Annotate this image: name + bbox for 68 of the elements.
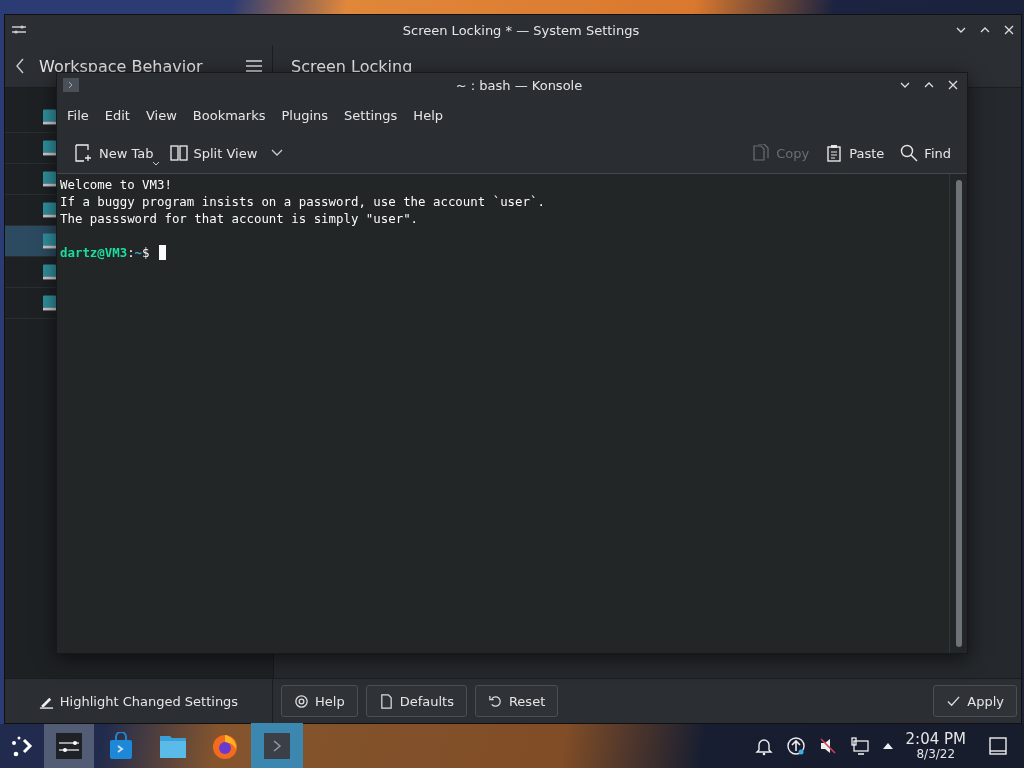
- terminal-line: If a buggy program insists on a password, use the account `user`.: [60, 193, 546, 210]
- clock-date[interactable]: 8/3/22: [916, 747, 956, 761]
- module-icon: [43, 109, 56, 125]
- module-icon: [43, 264, 56, 280]
- caret-icon[interactable]: [271, 149, 284, 157]
- menu-item[interactable]: Bookmarks: [184, 107, 274, 123]
- menu-item[interactable]: Edit: [96, 107, 138, 123]
- module-icon: [43, 295, 56, 311]
- launcher-icon[interactable]: [10, 734, 34, 758]
- window-title: ~ : bash — Konsole: [454, 77, 584, 93]
- apply-button[interactable]: Apply: [933, 685, 1017, 717]
- find-button[interactable]: Find: [892, 140, 959, 166]
- module-icon: [43, 140, 56, 156]
- reset-button[interactable]: Reset: [474, 685, 559, 717]
- module-icon: [43, 233, 56, 249]
- menu-icon[interactable]: [246, 59, 262, 73]
- module-icon: [43, 202, 56, 218]
- close-icon[interactable]: [947, 79, 959, 91]
- sliders-icon: [55, 732, 83, 760]
- prompt-symbol: $: [142, 244, 150, 261]
- undo-icon: [487, 693, 503, 709]
- menu-item[interactable]: View: [137, 107, 185, 123]
- prompt-path: ~: [134, 244, 143, 261]
- new-tab-button[interactable]: New Tab: [67, 140, 162, 166]
- help-icon: [294, 693, 309, 709]
- terminal-line: Welcome to VM3!: [60, 176, 173, 193]
- menu-item[interactable]: Settings: [336, 107, 406, 123]
- category-title: Workspace Behavior: [39, 56, 203, 76]
- menu-item[interactable]: Plugins: [273, 107, 337, 123]
- window-title: Screen Locking * — System Settings: [401, 22, 641, 38]
- search-icon: [900, 144, 919, 162]
- menu-item[interactable]: Help: [405, 107, 451, 123]
- back-icon[interactable]: [15, 58, 25, 74]
- split-view-icon: [169, 144, 188, 162]
- new-tab-icon: [75, 144, 93, 162]
- menu-item[interactable]: File: [59, 107, 97, 123]
- paste-button[interactable]: Paste: [817, 140, 893, 166]
- prompt-colon: :: [127, 244, 135, 261]
- clock-time[interactable]: 2:04 PM: [905, 731, 966, 748]
- taskbar-settings-button[interactable]: [44, 724, 94, 768]
- terminal-line: The passsword for that account is simply "user".: [60, 210, 420, 227]
- settings-app-icon: [11, 24, 27, 36]
- close-icon[interactable]: [1003, 24, 1015, 36]
- sidebar-item[interactable]: [5, 226, 56, 257]
- help-button[interactable]: Help: [281, 685, 358, 717]
- network-icon[interactable]: [849, 736, 870, 756]
- scrollbar-thumb[interactable]: [955, 180, 962, 647]
- document-icon: [378, 693, 394, 709]
- module-icon: [43, 171, 56, 187]
- defaults-button[interactable]: Defaults: [365, 685, 467, 717]
- copy-icon: [752, 144, 771, 162]
- expand-tray-icon[interactable]: [881, 742, 894, 750]
- volume-muted-icon[interactable]: [817, 736, 838, 756]
- terminal-icon: [263, 732, 291, 760]
- update-icon[interactable]: [785, 736, 806, 756]
- show-desktop-icon[interactable]: [988, 736, 1008, 756]
- shopping-bag-icon: [107, 732, 135, 760]
- caret-icon: [151, 161, 160, 166]
- text-cursor: [158, 245, 166, 260]
- taskbar-terminal-button[interactable]: [252, 724, 302, 768]
- browser-icon: [211, 732, 239, 760]
- clipboard-icon: [825, 144, 844, 162]
- page-title: Screen Locking: [290, 56, 414, 76]
- prompt-user-host: dartz@VM3: [60, 244, 128, 261]
- notification-bell-icon[interactable]: [753, 736, 774, 756]
- split-button[interactable]: Split View: [161, 140, 292, 166]
- highlight-changed-button[interactable]: Highlight Changed Settings: [30, 689, 247, 713]
- terminal-app-icon: [63, 78, 79, 92]
